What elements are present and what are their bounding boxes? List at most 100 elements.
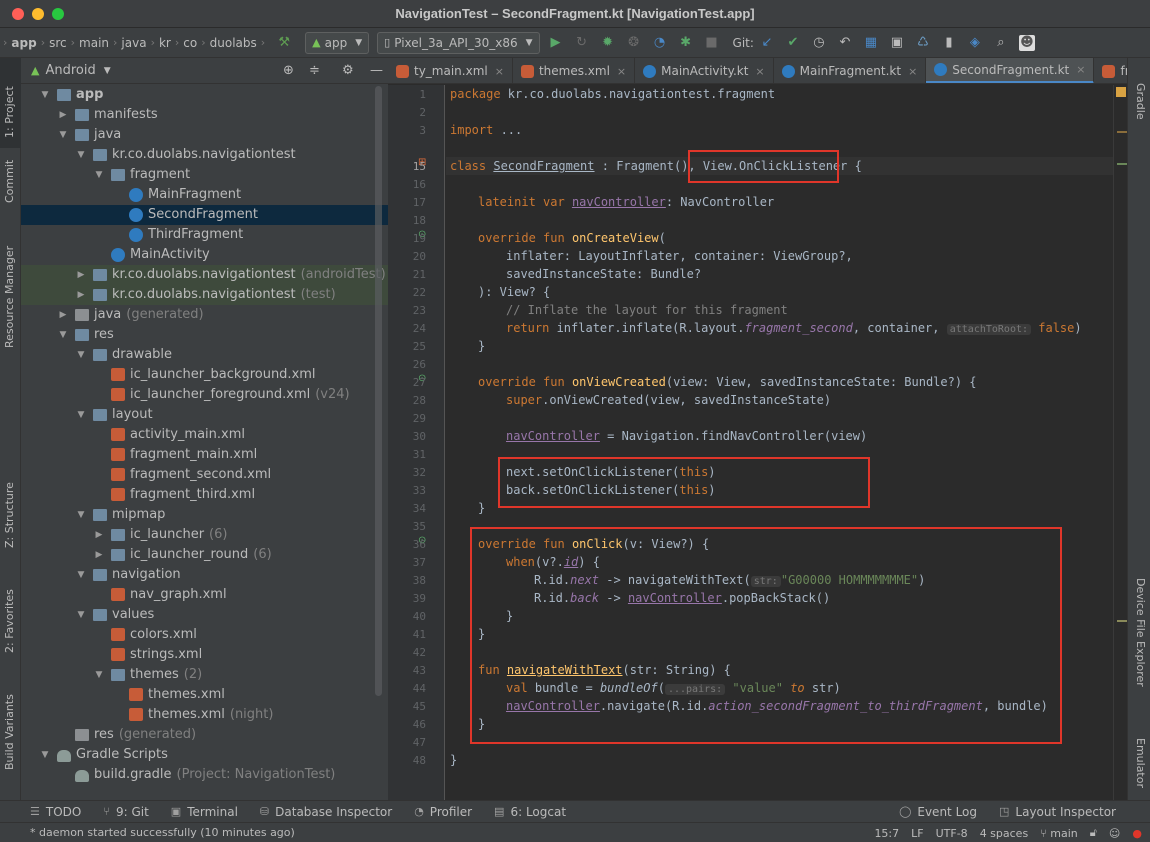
tree-item[interactable]: ic_launcher_foreground.xml (v24) xyxy=(21,385,388,405)
tab-gradle[interactable]: Gradle xyxy=(1134,83,1147,120)
git-commit-icon[interactable]: ✔ xyxy=(785,35,801,51)
editor-tab[interactable]: fragmer xyxy=(1094,58,1127,83)
tree-item[interactable]: ▼ app xyxy=(21,85,388,105)
tab-todo[interactable]: ☰ TODO xyxy=(30,805,81,819)
close-window-button[interactable] xyxy=(12,8,24,20)
collapse-arrow-icon[interactable]: ▶ xyxy=(93,525,105,545)
hammer-build-icon[interactable]: ⚒ xyxy=(276,35,292,51)
tree-item[interactable]: build.gradle (Project: NavigationTest) xyxy=(21,765,388,785)
tab-favorites[interactable]: 2: Favorites xyxy=(3,589,16,653)
tab-commit[interactable]: Commit xyxy=(3,160,16,203)
stop-icon[interactable]: ■ xyxy=(704,35,720,51)
expand-arrow-icon[interactable]: ▼ xyxy=(75,505,87,525)
collapse-arrow-icon[interactable]: ▶ xyxy=(75,285,87,305)
collapse-arrow-icon[interactable]: ▶ xyxy=(93,545,105,565)
expand-arrow-icon[interactable]: ▼ xyxy=(39,745,51,765)
tab-terminal[interactable]: ▣ Terminal xyxy=(171,805,238,819)
collapse-arrow-icon[interactable]: ▶ xyxy=(57,105,69,125)
tree-item[interactable]: ▼ mipmap xyxy=(21,505,388,525)
caret-position[interactable]: 15:7 xyxy=(874,827,899,840)
zoom-window-button[interactable] xyxy=(52,8,64,20)
debug-icon[interactable]: ✹ xyxy=(600,35,616,51)
tree-item[interactable]: ▼ java xyxy=(21,125,388,145)
editor-tab[interactable]: ty_main.xml × xyxy=(388,58,513,83)
device-select[interactable]: ▯ Pixel_3a_API_30_x86 ▼ xyxy=(377,31,540,54)
chevron-down-icon[interactable]: ▼ xyxy=(104,66,111,76)
tree-item[interactable]: ▶ ic_launcher_round (6) xyxy=(21,545,388,565)
tree-item[interactable]: strings.xml xyxy=(21,645,388,665)
tree-item[interactable]: fragment_main.xml xyxy=(21,445,388,465)
tree-item[interactable]: themes.xml (night) xyxy=(21,705,388,725)
tree-item[interactable]: themes.xml xyxy=(21,685,388,705)
minimize-window-button[interactable] xyxy=(32,8,44,20)
tab-project[interactable]: 1: Project xyxy=(3,86,16,138)
project-scrollbar[interactable] xyxy=(375,86,382,696)
avd-manager-icon[interactable]: ▮ xyxy=(941,35,957,51)
editor-tab[interactable]: SecondFragment.kt × xyxy=(926,58,1095,83)
gear-icon[interactable]: ⚙ xyxy=(342,63,354,78)
editor-tab[interactable]: MainFragment.kt × xyxy=(774,58,927,83)
breadcrumb-src[interactable]: src xyxy=(46,36,70,50)
tree-item[interactable]: ▶ java (generated) xyxy=(21,305,388,325)
tab-emulator[interactable]: Emulator xyxy=(1134,738,1147,788)
lock-icon[interactable]: 🔓︎ xyxy=(1090,826,1097,840)
close-icon[interactable]: × xyxy=(1076,63,1085,76)
gradle-sync-icon[interactable]: ♺ xyxy=(915,35,931,51)
tree-item[interactable]: ▼ values xyxy=(21,605,388,625)
tree-item[interactable]: fragment_third.xml xyxy=(21,485,388,505)
tree-item[interactable]: fragment_second.xml xyxy=(21,465,388,485)
git-history-icon[interactable]: ◷ xyxy=(811,35,827,51)
code-editor[interactable]: package kr.co.duolabs.navigationtest.fra… xyxy=(446,85,1113,800)
warning-indicator-icon[interactable] xyxy=(1116,87,1126,97)
git-update-icon[interactable]: ↙ xyxy=(759,35,775,51)
sdk-manager-icon[interactable]: ▣ xyxy=(889,35,905,51)
tab-build-variants[interactable]: Build Variants xyxy=(3,694,16,770)
tree-item[interactable]: res (generated) xyxy=(21,725,388,745)
rerun-icon[interactable]: ↻ xyxy=(574,35,590,51)
tab-logcat[interactable]: ▤ 6: Logcat xyxy=(494,805,566,819)
tab-profiler[interactable]: ◔ Profiler xyxy=(414,805,472,819)
tree-item[interactable]: ▼ fragment xyxy=(21,165,388,185)
breadcrumb-co[interactable]: co xyxy=(180,36,200,50)
locate-icon[interactable]: ⊕ xyxy=(283,63,294,78)
expand-arrow-icon[interactable]: ▼ xyxy=(75,405,87,425)
hide-panel-icon[interactable]: — xyxy=(370,63,383,78)
close-icon[interactable]: × xyxy=(755,65,764,78)
git-rollback-icon[interactable]: ↶ xyxy=(837,35,853,51)
search-everywhere-icon[interactable]: ⌕ xyxy=(993,35,1009,51)
collapse-arrow-icon[interactable]: ▶ xyxy=(57,305,69,325)
project-view-selector[interactable]: Android xyxy=(45,63,95,78)
tree-item[interactable]: colors.xml xyxy=(21,625,388,645)
tab-structure[interactable]: Z: Structure xyxy=(3,482,16,548)
breadcrumb-duolabs[interactable]: duolabs xyxy=(207,36,260,50)
tab-device-file-explorer[interactable]: Device File Explorer xyxy=(1134,578,1147,687)
tab-layout-inspector[interactable]: ◳ Layout Inspector xyxy=(999,805,1116,819)
tree-item[interactable]: ic_launcher_background.xml xyxy=(21,365,388,385)
tree-item[interactable]: ▶ kr.co.duolabs.navigationtest (androidTes… xyxy=(21,265,388,285)
breadcrumb-main[interactable]: main xyxy=(76,36,112,50)
profile-icon[interactable]: ◔ xyxy=(652,35,668,51)
expand-arrow-icon[interactable]: ▼ xyxy=(39,85,51,105)
close-icon[interactable]: × xyxy=(908,65,917,78)
tree-item[interactable]: ▼ Gradle Scripts xyxy=(21,745,388,765)
expand-arrow-icon[interactable]: ▼ xyxy=(93,165,105,185)
tree-item[interactable]: MainActivity xyxy=(21,245,388,265)
tree-item[interactable]: ▼ themes (2) xyxy=(21,665,388,685)
breadcrumb-java[interactable]: java xyxy=(118,36,149,50)
breadcrumb-kr[interactable]: kr xyxy=(156,36,174,50)
tab-resource-manager[interactable]: Resource Manager xyxy=(3,246,16,348)
line-separator[interactable]: LF xyxy=(911,827,923,840)
inspector-icon[interactable]: ☺ xyxy=(1109,827,1120,840)
run-icon[interactable]: ▶ xyxy=(548,35,564,51)
tree-item[interactable]: MainFragment xyxy=(21,185,388,205)
tab-event-log[interactable]: ◯ Event Log xyxy=(899,805,977,819)
close-icon[interactable]: × xyxy=(617,65,626,78)
git-branch-widget[interactable]: ⑂ main xyxy=(1040,827,1078,840)
expand-arrow-icon[interactable]: ▼ xyxy=(75,605,87,625)
account-icon[interactable]: ☻ xyxy=(1018,34,1035,51)
status-message[interactable]: * daemon started successfully (10 minute… xyxy=(30,826,295,839)
layout-inspector-toolbar-icon[interactable]: ◈ xyxy=(967,35,983,51)
tree-item[interactable]: ThirdFragment xyxy=(21,225,388,245)
error-indicator-icon[interactable]: ● xyxy=(1132,827,1142,840)
expand-arrow-icon[interactable]: ▼ xyxy=(75,145,87,165)
